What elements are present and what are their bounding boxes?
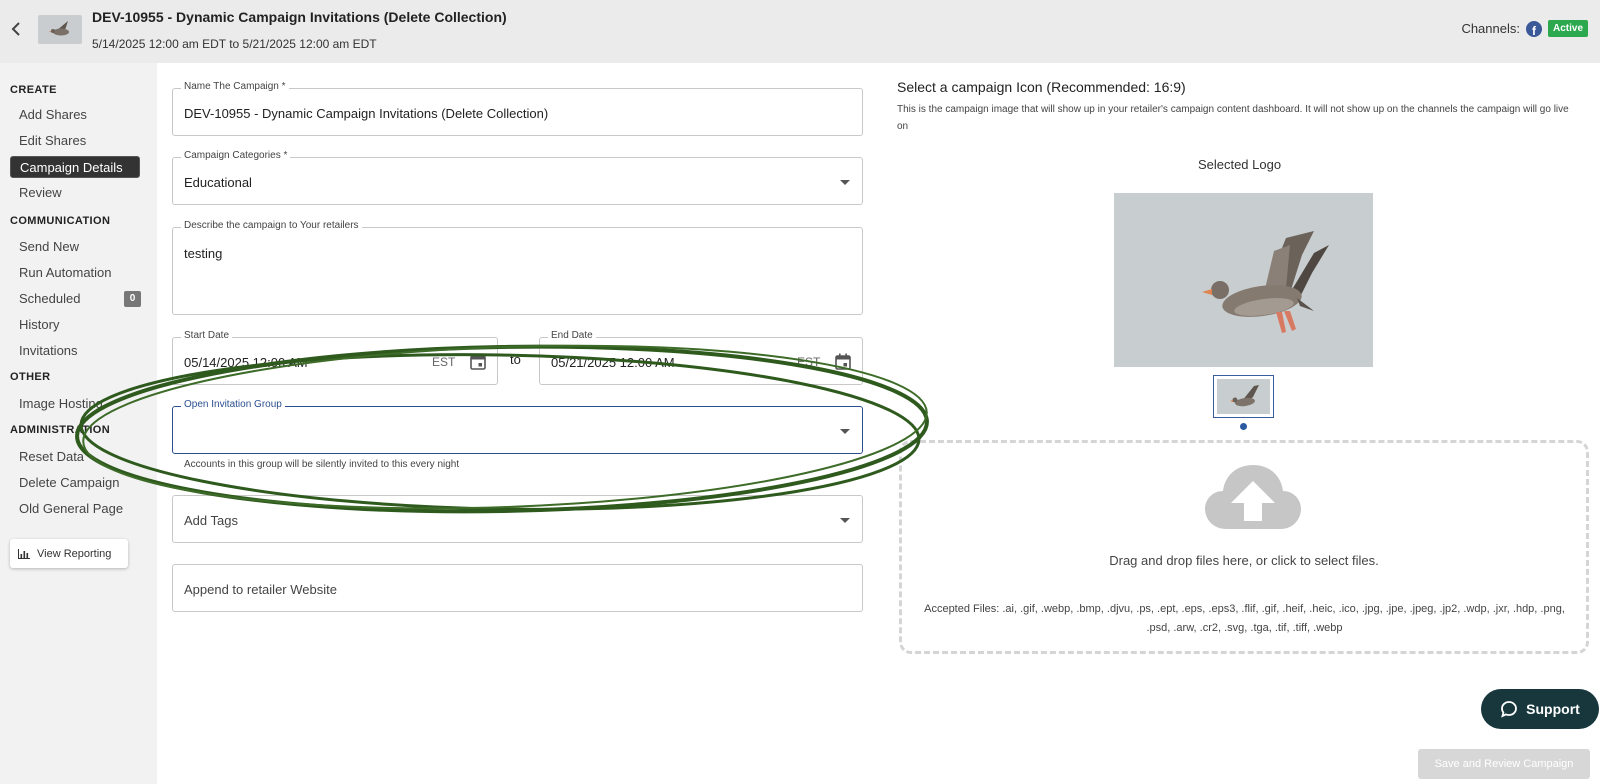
file-dropzone[interactable]: Drag and drop files here, or click to se… (899, 440, 1589, 654)
end-date-field[interactable]: End Date 05/21/2025 12:00 AM EST (539, 330, 863, 385)
save-and-review-button[interactable]: Save and Review Campaign (1418, 749, 1590, 779)
logo-thumbnail[interactable] (1213, 375, 1274, 418)
calendar-icon[interactable] (470, 353, 486, 370)
support-button[interactable]: Support (1481, 689, 1599, 729)
open-invitation-group-label: Open Invitation Group (181, 399, 285, 410)
open-invitation-group-select[interactable]: Open Invitation Group (172, 399, 863, 454)
sidebar-item-history[interactable]: History (10, 314, 140, 336)
append-retailer-website-field[interactable]: Append to retailer Website (172, 564, 863, 612)
dropzone-instructions: Drag and drop files here, or click to se… (1109, 553, 1379, 568)
campaign-categories-label: Campaign Categories * (181, 150, 291, 161)
sidebar-section-other: OTHER (10, 371, 51, 383)
sidebar-item-label: Scheduled (19, 291, 81, 306)
view-reporting-label: View Reporting (37, 547, 112, 560)
carousel-dot[interactable] (1240, 423, 1247, 430)
sidebar-item-run-automation[interactable]: Run Automation (10, 262, 140, 284)
sidebar-section-create: CREATE (10, 84, 57, 96)
goose-image (1114, 193, 1373, 367)
campaign-description-value: testing (184, 246, 223, 261)
campaign-date-range: 5/14/2025 12:00 am EDT to 5/21/2025 12:0… (92, 37, 377, 51)
bar-chart-icon (18, 548, 30, 559)
sidebar-item-reset-data[interactable]: Reset Data (10, 446, 140, 468)
campaign-title: DEV-10955 - Dynamic Campaign Invitations… (92, 9, 507, 25)
facebook-icon[interactable]: f (1525, 20, 1542, 37)
channels-label: Channels: (1461, 21, 1520, 36)
cloud-upload-icon (1205, 465, 1301, 529)
channels-indicator: Channels: f Active (1461, 20, 1588, 37)
sidebar-item-old-general-page[interactable]: Old General Page (10, 498, 140, 520)
sidebar-section-administration: ADMINISTRATION (10, 424, 111, 436)
sidebar-item-invitations[interactable]: Invitations (10, 340, 140, 362)
start-date-timezone: EST (432, 355, 456, 369)
status-badge: Active (1547, 20, 1588, 37)
sidebar-item-add-shares[interactable]: Add Shares (10, 104, 140, 126)
start-date-value: 05/14/2025 12:00 AM (184, 355, 308, 370)
campaign-categories-value: Educational (184, 175, 252, 190)
sidebar-item-campaign-details[interactable]: Campaign Details (10, 156, 140, 178)
selected-logo-label: Selected Logo (1197, 157, 1282, 172)
sidebar-section-communication: COMMUNICATION (10, 215, 111, 227)
campaign-description-label: Describe the campaign to Your retailers (181, 220, 362, 231)
sidebar: CREATE Add Shares Edit Shares Campaign D… (0, 63, 157, 784)
campaign-thumbnail (38, 15, 82, 44)
campaign-icon-title: Select a campaign Icon (Recommended: 16:… (897, 79, 1186, 95)
sidebar-item-review[interactable]: Review (10, 182, 140, 204)
campaign-description-field[interactable]: Describe the campaign to Your retailers … (172, 220, 863, 315)
start-date-field[interactable]: Start Date 05/14/2025 12:00 AM EST (172, 330, 498, 385)
sidebar-item-image-hosting[interactable]: Image Hosting (10, 393, 140, 415)
campaign-icon-description: This is the campaign image that will sho… (897, 104, 1569, 132)
append-retailer-website-placeholder: Append to retailer Website (184, 582, 337, 597)
scheduled-count-badge: 0 (124, 291, 141, 307)
goose-thumbnail-image (38, 15, 82, 44)
campaign-categories-select[interactable]: Campaign Categories * Educational (172, 150, 863, 205)
page-header: DEV-10955 - Dynamic Campaign Invitations… (0, 0, 1600, 63)
sidebar-item-send-new[interactable]: Send New (10, 236, 140, 258)
goose-thumbnail-image (1217, 379, 1270, 414)
add-tags-placeholder: Add Tags (184, 513, 238, 528)
campaign-name-field[interactable]: Name The Campaign * DEV-10955 - Dynamic … (172, 81, 863, 136)
sidebar-item-delete-campaign[interactable]: Delete Campaign (10, 472, 140, 494)
calendar-icon[interactable] (835, 353, 851, 370)
add-tags-select[interactable]: Add Tags (172, 495, 863, 543)
open-invitation-group-helper: Accounts in this group will be silently … (184, 459, 460, 470)
selected-logo-image (1114, 193, 1373, 367)
end-date-value: 05/21/2025 12:00 AM (551, 355, 675, 370)
sidebar-item-edit-shares[interactable]: Edit Shares (10, 130, 140, 152)
sidebar-item-scheduled[interactable]: Scheduled 0 (10, 288, 141, 310)
support-label: Support (1526, 701, 1580, 717)
chevron-down-icon (840, 180, 850, 185)
chevron-down-icon (840, 429, 850, 434)
campaign-name-label: Name The Campaign * (181, 81, 289, 92)
end-date-timezone: EST (797, 355, 821, 369)
campaign-name-value: DEV-10955 - Dynamic Campaign Invitations… (184, 106, 549, 121)
view-reporting-button[interactable]: View Reporting (10, 539, 128, 568)
chat-bubble-icon (1501, 701, 1518, 718)
date-range-separator: to (510, 352, 521, 367)
chevron-down-icon (840, 518, 850, 523)
accepted-file-types: Accepted Files: .ai, .gif, .webp, .bmp, … (924, 603, 1565, 634)
back-button[interactable] (8, 18, 24, 40)
start-date-label: Start Date (181, 330, 233, 341)
end-date-label: End Date (548, 330, 596, 341)
chevron-left-icon (11, 22, 20, 36)
